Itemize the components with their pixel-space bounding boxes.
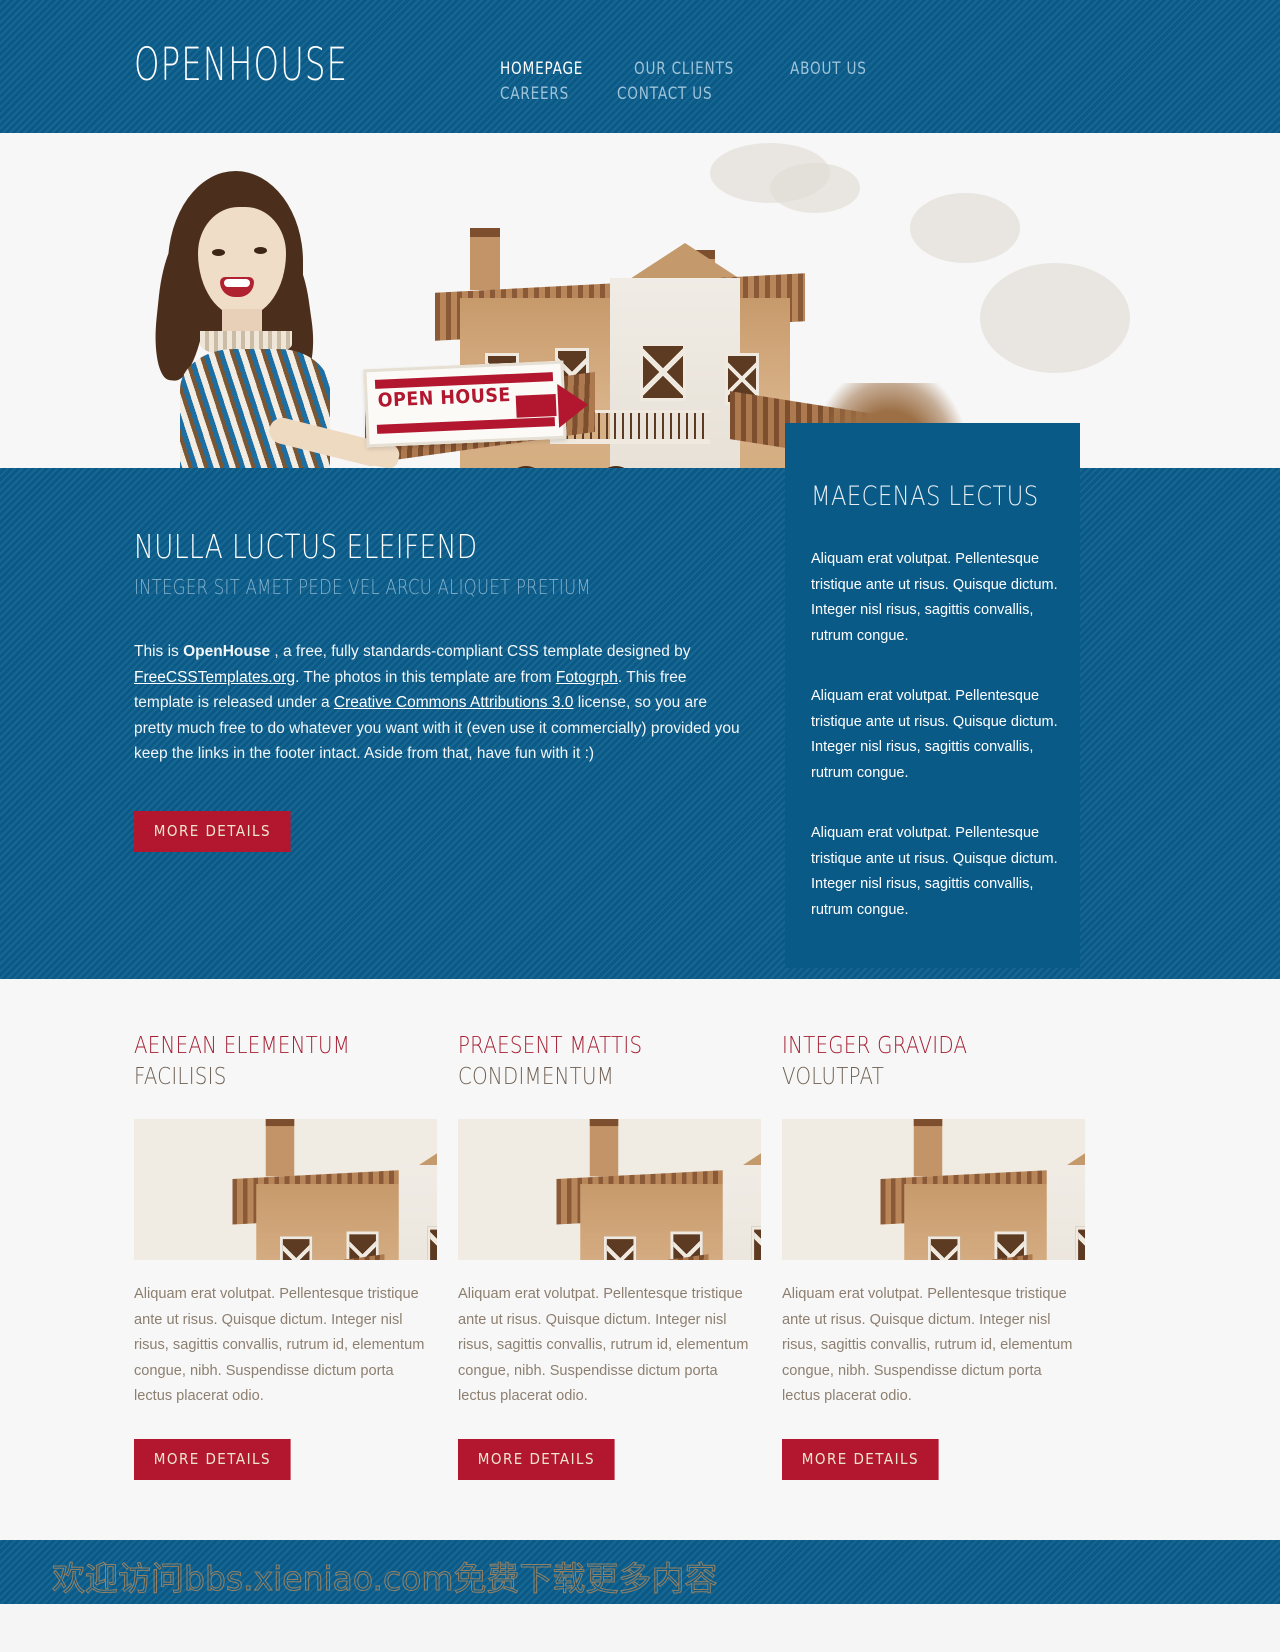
open-house-sign: OPEN HOUSE xyxy=(363,360,590,448)
more-details-button-column[interactable]: MORE DETAILS xyxy=(458,1438,615,1480)
window-shape xyxy=(427,1226,437,1260)
column-thumbnail xyxy=(782,1119,1085,1260)
sidebar-panel: MAECENAS LECTUS Aliquam erat volutpat. P… xyxy=(785,423,1080,968)
column-text: Aliquam erat volutpat. Pellentesque tris… xyxy=(458,1286,749,1404)
site-logo[interactable]: OPENHOUSE xyxy=(134,38,348,91)
window-shape xyxy=(604,1236,637,1260)
footer-watermark: 欢迎访问bbs.xieniao.com免费下载更多内容 xyxy=(51,1558,718,1598)
column-text: Aliquam erat volutpat. Pellentesque tris… xyxy=(782,1286,1073,1404)
nav-item-homepage[interactable]: HOMEPAGE xyxy=(500,57,583,82)
column-text: Aliquam erat volutpat. Pellentesque tris… xyxy=(134,1286,425,1404)
page-subtitle: INTEGER SIT AMET PEDE VEL ARCU ALIQUET P… xyxy=(134,575,591,599)
intro-strong: OpenHouse xyxy=(183,643,271,660)
intro-text-1: , a free, fully standards-compliant CSS … xyxy=(270,643,691,660)
column-title: INTEGER GRAVIDA xyxy=(782,1033,968,1059)
main-navigation: HOMEPAGE OUR CLIENTS ABOUT US CAREERS CO… xyxy=(500,57,1020,107)
cloud-shape xyxy=(910,193,1020,263)
sign-bar-bottom xyxy=(376,417,556,434)
woman-illustration xyxy=(150,171,402,468)
sidebar-title: MAECENAS LECTUS xyxy=(811,481,1039,512)
column-title: PRAESENT MATTIS xyxy=(458,1033,643,1059)
house-illustration xyxy=(466,1119,761,1260)
main-content-band: NULLA LUCTUS ELEIFEND INTEGER SIT AMET P… xyxy=(0,423,1280,979)
site-header: OPENHOUSE HOMEPAGE OUR CLIENTS ABOUT US … xyxy=(0,0,1280,133)
column-title: AENEAN ELEMENTUM xyxy=(134,1033,351,1059)
column-thumbnail xyxy=(458,1119,761,1260)
thumbnail-house-illustration xyxy=(458,1119,761,1260)
window-shape xyxy=(751,1226,761,1260)
nav-item-our-clients[interactable]: OUR CLIENTS xyxy=(634,57,734,82)
thumbnail-house-illustration xyxy=(782,1119,1085,1260)
house-illustration xyxy=(142,1119,437,1260)
column-heading: INTEGER GRAVIDA VOLUTPAT xyxy=(782,1031,1043,1093)
link-fotogrph[interactable]: Fotogrph xyxy=(556,669,618,686)
nav-item-careers[interactable]: CAREERS xyxy=(500,82,569,107)
chimney-shape xyxy=(913,1119,943,1177)
feature-column: AENEAN ELEMENTUM FACILISIS Aliquam erat … xyxy=(134,1031,437,1480)
feature-column: INTEGER GRAVIDA VOLUTPAT Aliquam erat vo… xyxy=(782,1031,1085,1480)
feature-columns-section: AENEAN ELEMENTUM FACILISIS Aliquam erat … xyxy=(0,979,1280,1540)
more-details-button-main[interactable]: MORE DETAILS xyxy=(134,810,291,852)
sign-arrow-head xyxy=(557,382,590,428)
intro-paragraph: This is OpenHouse , a free, fully standa… xyxy=(134,639,742,767)
main-column: NULLA LUCTUS ELEIFEND INTEGER SIT AMET P… xyxy=(134,527,754,852)
site-footer: 欢迎访问bbs.xieniao.com免费下载更多内容 xyxy=(0,1539,1280,1604)
sign-label: OPEN HOUSE xyxy=(377,384,512,412)
thumbnail-house-illustration xyxy=(134,1119,437,1260)
sidebar-paragraph: Aliquam erat volutpat. Pellentesque tris… xyxy=(811,551,1058,644)
chimney-shape xyxy=(470,228,500,290)
chimney-shape xyxy=(265,1119,295,1177)
house-illustration xyxy=(790,1119,1085,1260)
column-heading: AENEAN ELEMENTUM FACILISIS xyxy=(134,1031,395,1093)
link-creative-commons[interactable]: Creative Commons Attributions 3.0 xyxy=(334,694,574,711)
column-thumbnail xyxy=(134,1119,437,1260)
column-subtitle: FACILISIS xyxy=(134,1064,227,1090)
cloud-shape xyxy=(980,263,1130,373)
sidebar-paragraph: Aliquam erat volutpat. Pellentesque tris… xyxy=(811,688,1058,781)
more-details-button-column[interactable]: MORE DETAILS xyxy=(134,1438,291,1480)
column-heading: PRAESENT MATTIS CONDIMENTUM xyxy=(458,1031,719,1093)
window-shape xyxy=(280,1236,313,1260)
nav-item-contact-us[interactable]: CONTACT US xyxy=(617,82,712,107)
eye-shape xyxy=(254,247,267,254)
column-subtitle: VOLUTPAT xyxy=(782,1064,885,1090)
nav-item-about-us[interactable]: ABOUT US xyxy=(790,57,867,82)
sidebar-paragraph: Aliquam erat volutpat. Pellentesque tris… xyxy=(811,825,1058,918)
hero-banner: OPEN HOUSE xyxy=(0,133,1280,468)
chimney-shape xyxy=(589,1119,619,1177)
column-subtitle: CONDIMENTUM xyxy=(458,1064,615,1090)
window-shape xyxy=(640,343,686,401)
page-title: NULLA LUCTUS ELEIFEND xyxy=(134,527,478,566)
window-shape xyxy=(928,1236,961,1260)
window-shape xyxy=(1075,1226,1085,1260)
eye-shape xyxy=(212,249,225,256)
feature-column: PRAESENT MATTIS CONDIMENTUM Aliquam erat… xyxy=(458,1031,761,1480)
intro-prefix: This is xyxy=(134,643,184,660)
more-details-wrap: MORE DETAILS xyxy=(134,810,754,852)
intro-text-2: . The photos in this template are from xyxy=(295,668,556,686)
hero-illustration: OPEN HOUSE xyxy=(150,133,1150,468)
link-freecsstemplates[interactable]: FreeCSSTemplates.org xyxy=(134,669,295,686)
sign-arrow-body xyxy=(515,394,557,418)
more-details-button-column[interactable]: MORE DETAILS xyxy=(782,1438,939,1480)
